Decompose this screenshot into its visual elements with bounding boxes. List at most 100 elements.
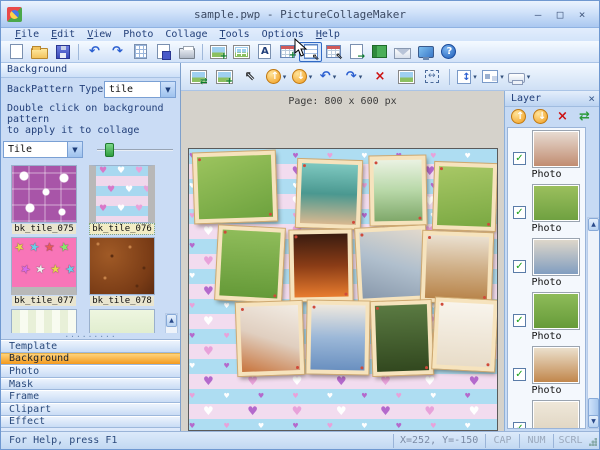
background-tile[interactable] — [83, 309, 161, 333]
layer-visibility-checkbox[interactable]: ✓ — [513, 260, 526, 273]
tile-thumbnail[interactable]: ★★★★★★★★ — [11, 237, 77, 295]
delete-photo-button[interactable]: × — [367, 65, 393, 89]
add-text-button[interactable] — [253, 42, 276, 62]
distribute-button[interactable]: ▾ — [480, 65, 506, 89]
add-photo-button[interactable] — [207, 42, 230, 62]
chevron-down-icon[interactable]: ▾ — [527, 73, 531, 81]
photo-sunset-silhouette[interactable] — [289, 229, 352, 301]
sidebar-item-frame[interactable]: Frame — [1, 390, 180, 403]
menu-photo[interactable]: Photo — [117, 29, 159, 40]
resize-grip[interactable] — [587, 434, 599, 448]
background-tile-bk_tile_077[interactable]: ★★★★★★★★bk_tile_077 — [5, 237, 83, 306]
close-icon[interactable]: × — [588, 92, 595, 105]
chevron-down-icon[interactable]: ▾ — [359, 73, 363, 81]
add-photo-button[interactable] — [211, 65, 237, 89]
layer-item-5[interactable]: ✓Photo — [508, 344, 585, 398]
slider-thumb[interactable] — [105, 143, 114, 157]
photo-mother-daughter-outdoor[interactable] — [371, 300, 434, 376]
photo-bike-ride[interactable] — [369, 156, 426, 226]
send-email-button[interactable] — [391, 42, 414, 62]
layer-visibility-checkbox[interactable]: ✓ — [513, 368, 526, 381]
help-button[interactable] — [437, 42, 460, 62]
tile-thumbnail[interactable] — [11, 165, 77, 223]
chevron-down-icon[interactable]: ▾ — [333, 73, 337, 81]
layer-visibility-checkbox[interactable]: ✓ — [513, 206, 526, 219]
maximize-button[interactable]: □ — [553, 8, 567, 21]
undo-button[interactable]: ↶ — [83, 42, 106, 62]
photo-watermelon-kids[interactable] — [433, 162, 497, 231]
workspace[interactable]: Page: 800 x 600 px ♥♥♥♥♥♥♥♥♥♥♥♥♥♥♥♥♥♥♥♥♥… — [181, 91, 504, 431]
create-album-button[interactable] — [368, 42, 391, 62]
tile-mode-select[interactable]: Tile ▼ — [3, 141, 83, 158]
sidebar-item-template[interactable]: Template — [1, 340, 180, 353]
photo-mom-toddler-grass[interactable] — [193, 151, 277, 224]
sidebar-item-mask[interactable]: Mask — [1, 378, 180, 391]
scroll-up-icon[interactable]: ▲ — [588, 218, 599, 231]
layer-visibility-checkbox[interactable]: ✓ — [513, 152, 526, 165]
menu-help[interactable]: Help — [310, 29, 346, 40]
resize-button[interactable]: ▾ — [506, 65, 532, 89]
set-wallpaper-button[interactable] — [414, 42, 437, 62]
photo-picnic-family[interactable] — [215, 225, 285, 302]
close-button[interactable]: × — [575, 8, 589, 21]
bring-forward-button[interactable]: ▾ — [263, 65, 289, 89]
page-setup-button[interactable] — [129, 42, 152, 62]
layer-item-2[interactable]: ✓Photo — [508, 182, 585, 236]
align-button[interactable]: ▾ — [454, 65, 480, 89]
menu-collage[interactable]: Collage — [159, 29, 213, 40]
layer-visibility-checkbox[interactable]: ✓ — [513, 314, 526, 327]
photo-floor-play[interactable] — [421, 231, 493, 304]
scroll-up-icon[interactable]: ▲ — [166, 314, 177, 327]
layer-delete-button[interactable]: × — [553, 108, 572, 125]
chevron-down-icon[interactable]: ▼ — [67, 142, 82, 157]
tile-thumbnail[interactable]: ♥♥♥♥♥♥♥♥♥ — [89, 165, 155, 223]
menu-view[interactable]: View — [81, 29, 117, 40]
redo-button[interactable]: ↷ — [106, 42, 129, 62]
chevron-down-icon[interactable]: ▾ — [500, 73, 504, 81]
layer-item-3[interactable]: ✓Photo — [508, 236, 585, 290]
photo-baby-parrot[interactable] — [236, 301, 305, 376]
chevron-down-icon[interactable]: ▾ — [309, 73, 313, 81]
photo-layout-button[interactable] — [230, 42, 253, 62]
scale-slider[interactable] — [97, 142, 173, 158]
export-image-button[interactable] — [345, 42, 368, 62]
save-button[interactable] — [51, 42, 74, 62]
rotate-right-button[interactable]: ↷▾ — [341, 65, 367, 89]
chevron-down-icon[interactable]: ▾ — [473, 73, 477, 81]
sidebar-item-photo[interactable]: Photo — [1, 365, 180, 378]
replace-photo-button[interactable] — [185, 65, 211, 89]
layer-swap-button[interactable]: ⇄ — [575, 108, 594, 125]
send-backward-button[interactable]: ▾ — [289, 65, 315, 89]
chevron-down-icon[interactable]: ▾ — [283, 73, 287, 81]
menu-edit[interactable]: Edit — [45, 29, 81, 40]
layer-up-button[interactable] — [509, 108, 528, 125]
menu-file[interactable]: File — [9, 29, 45, 40]
crop-transform-button[interactable] — [419, 65, 445, 89]
tile-thumbnail[interactable] — [11, 309, 77, 333]
layer-scrollbar[interactable]: ▲ ▼ — [587, 217, 600, 429]
tile-thumbnail[interactable] — [89, 309, 155, 333]
background-tile-bk_tile_075[interactable]: bk_tile_075 — [5, 165, 83, 234]
open-button[interactable] — [28, 42, 51, 62]
sidebar-item-clipart[interactable]: Clipart — [1, 403, 180, 416]
title-bar[interactable]: sample.pwp - PictureCollageMaker –□× — [1, 1, 599, 28]
save-as-template-button[interactable] — [152, 42, 175, 62]
photo-properties-button[interactable] — [393, 65, 419, 89]
tile-thumbnail[interactable] — [89, 237, 155, 295]
sidebar-item-effect[interactable]: Effect — [1, 416, 180, 429]
layer-down-button[interactable] — [531, 108, 550, 125]
print-button[interactable] — [175, 42, 198, 62]
layer-visibility-checkbox[interactable]: ✓ — [513, 422, 526, 429]
scroll-down-icon[interactable]: ▼ — [588, 415, 599, 428]
background-tile[interactable] — [5, 309, 83, 333]
background-tile-bk_tile_076[interactable]: ♥♥♥♥♥♥♥♥♥bk_tile_076 — [83, 165, 161, 234]
sidebar-item-background[interactable]: Background — [1, 353, 180, 366]
tiles-scrollbar[interactable]: ▲ ▼ — [165, 313, 178, 333]
rotate-left-button[interactable]: ↶▾ — [315, 65, 341, 89]
minimize-button[interactable]: – — [531, 8, 545, 21]
chevron-down-icon[interactable]: ▼ — [160, 82, 175, 97]
background-tile-bk_tile_078[interactable]: bk_tile_078 — [83, 237, 161, 306]
layer-item-1[interactable]: ✓Photo — [508, 128, 585, 182]
layer-item-4[interactable]: ✓Photo — [508, 290, 585, 344]
collage-page[interactable]: ♥♥♥♥♥♥♥♥♥♥♥♥♥♥♥♥♥♥♥♥♥♥♥♥♥♥♥♥♥♥♥♥♥♥♥♥♥♥♥♥… — [188, 148, 498, 431]
